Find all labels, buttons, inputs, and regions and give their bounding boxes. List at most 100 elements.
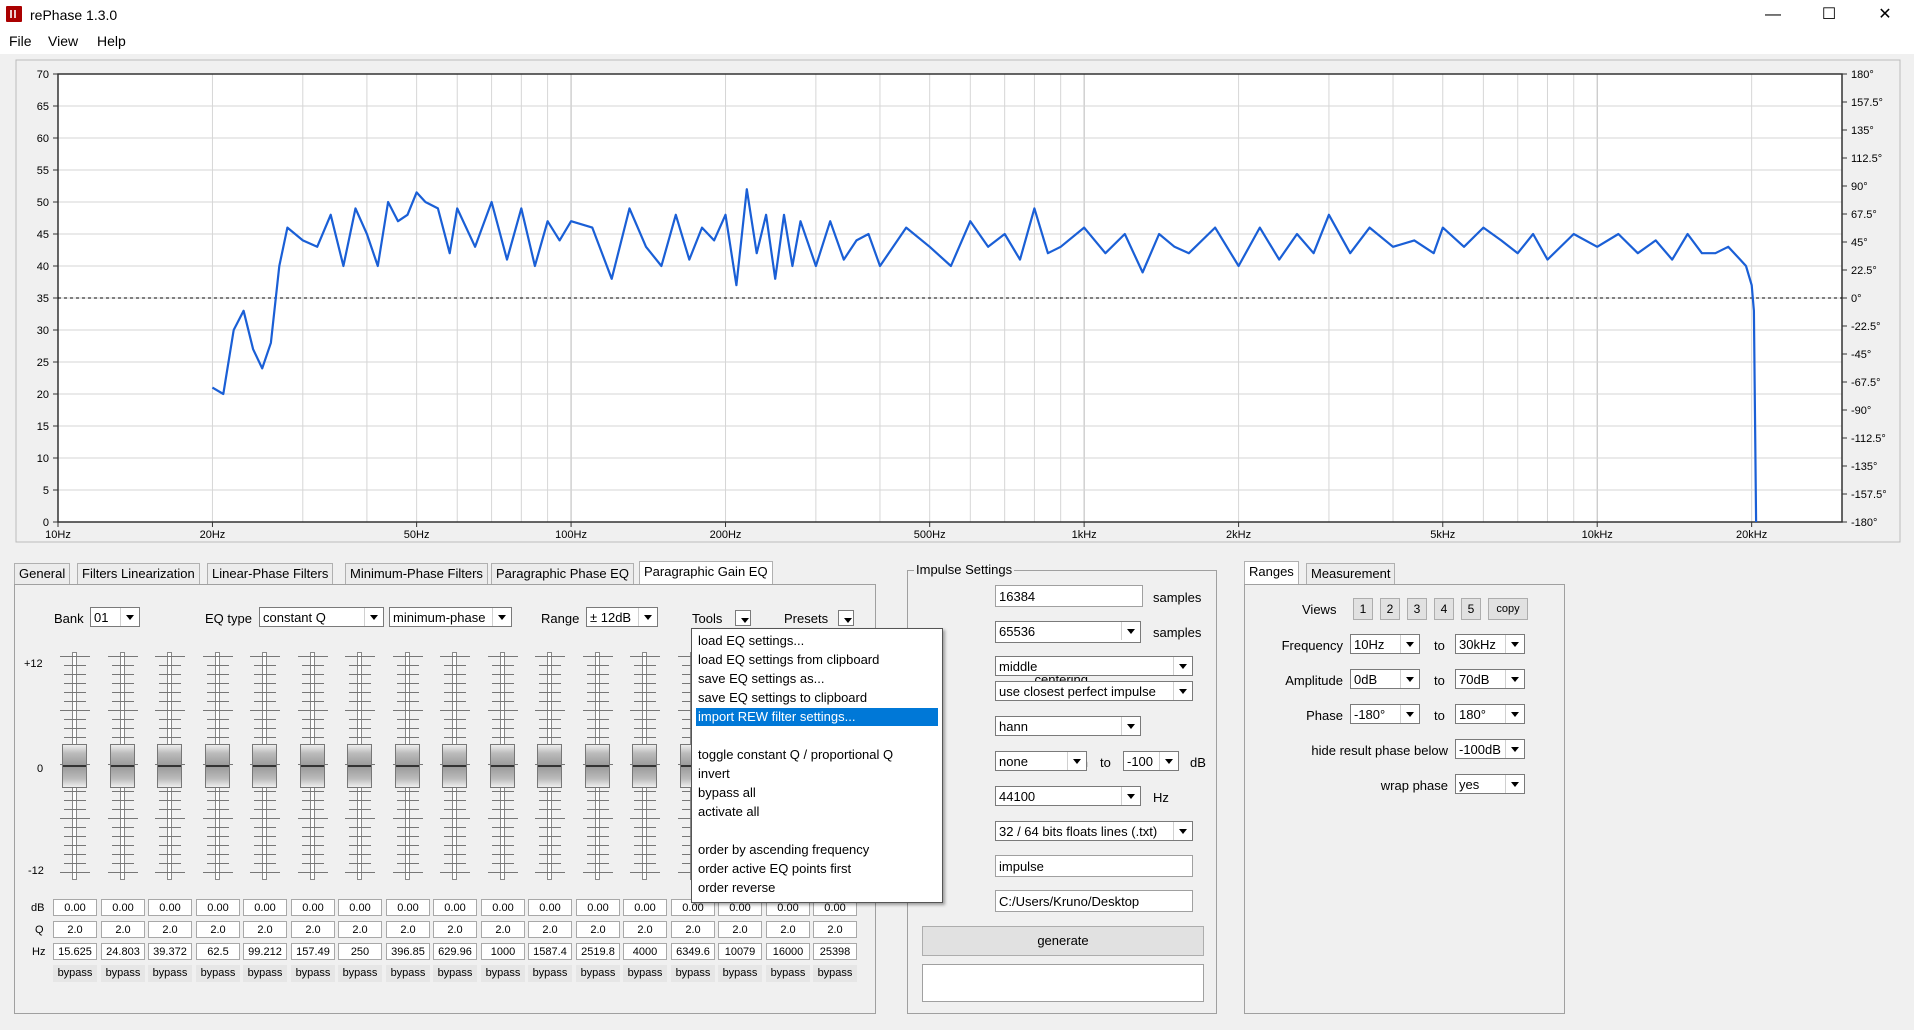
menu-file[interactable]: File (9, 33, 32, 49)
band-bypass-button[interactable]: bypass (813, 965, 857, 982)
filename-field[interactable]: impulse (995, 855, 1193, 877)
format-select[interactable]: 32 / 64 bits floats lines (.txt) (995, 821, 1193, 841)
amplitude-to-select[interactable]: 70dB (1455, 669, 1525, 689)
tab-filters-linearization[interactable]: Filters Linearization (77, 563, 200, 585)
band-q-field[interactable]: 2.0 (338, 921, 382, 938)
tab-ranges[interactable]: Ranges (1244, 561, 1299, 585)
band-gain-field[interactable]: 0.00 (386, 899, 430, 916)
band-q-field[interactable]: 2.0 (291, 921, 335, 938)
fader-thumb[interactable] (585, 744, 610, 788)
band-bypass-button[interactable]: bypass (576, 965, 620, 982)
band-q-field[interactable]: 2.0 (671, 921, 715, 938)
band-frequency-field[interactable]: 24.803 (101, 943, 145, 960)
gain-fader[interactable] (52, 652, 98, 880)
tools-menu-item[interactable]: load EQ settings from clipboard (696, 651, 938, 669)
band-q-field[interactable]: 2.0 (53, 921, 97, 938)
band-bypass-button[interactable]: bypass (433, 965, 477, 982)
directory-field[interactable]: C:/Users/Kruno/Desktop (995, 890, 1193, 912)
band-frequency-field[interactable]: 1587.4 (528, 943, 572, 960)
fader-thumb[interactable] (157, 744, 182, 788)
presets-button[interactable]: Presets (784, 611, 828, 626)
band-frequency-field[interactable]: 15.625 (53, 943, 97, 960)
band-frequency-field[interactable]: 1000 (481, 943, 525, 960)
fader-thumb[interactable] (110, 744, 135, 788)
band-gain-field[interactable]: 0.00 (243, 899, 287, 916)
band-q-field[interactable]: 2.0 (196, 921, 240, 938)
amplitude-from-select[interactable]: 0dB (1350, 669, 1420, 689)
band-gain-field[interactable]: 0.00 (623, 899, 667, 916)
band-bypass-button[interactable]: bypass (291, 965, 335, 982)
windowing-select[interactable]: hann (995, 716, 1141, 736)
view-3-button[interactable]: 3 (1407, 598, 1427, 620)
band-frequency-field[interactable]: 10079 (718, 943, 762, 960)
band-frequency-field[interactable]: 629.96 (433, 943, 477, 960)
band-bypass-button[interactable]: bypass (386, 965, 430, 982)
fader-thumb[interactable] (442, 744, 467, 788)
band-bypass-button[interactable]: bypass (53, 965, 97, 982)
fader-thumb[interactable] (632, 744, 657, 788)
band-gain-field[interactable]: 0.00 (528, 899, 572, 916)
tab-paragraphic-phase-eq[interactable]: Paragraphic Phase EQ (491, 563, 634, 585)
maximize-button[interactable]: ☐ (1806, 0, 1852, 30)
wrap-phase-select[interactable]: yes (1455, 774, 1525, 794)
band-frequency-field[interactable]: 2519.8 (576, 943, 620, 960)
band-bypass-button[interactable]: bypass (101, 965, 145, 982)
close-button[interactable]: ✕ (1862, 0, 1908, 30)
band-frequency-field[interactable]: 39.372 (148, 943, 192, 960)
phase-to-select[interactable]: 180° (1455, 704, 1525, 724)
optimization-select[interactable]: none (995, 751, 1087, 771)
band-q-field[interactable]: 2.0 (386, 921, 430, 938)
band-bypass-button[interactable]: bypass (766, 965, 810, 982)
band-frequency-field[interactable]: 99.212 (243, 943, 287, 960)
tools-menu-item[interactable]: invert (696, 765, 938, 783)
band-gain-field[interactable]: 0.00 (148, 899, 192, 916)
minimize-button[interactable]: — (1750, 0, 1796, 30)
frequency-to-select[interactable]: 30kHz (1455, 634, 1525, 654)
band-q-field[interactable]: 2.0 (481, 921, 525, 938)
fader-thumb[interactable] (252, 744, 277, 788)
band-bypass-button[interactable]: bypass (338, 965, 382, 982)
fader-thumb[interactable] (347, 744, 372, 788)
tools-menu-item[interactable]: save EQ settings to clipboard (696, 689, 938, 707)
gain-fader[interactable] (195, 652, 241, 880)
band-gain-field[interactable]: 0.00 (101, 899, 145, 916)
menu-view[interactable]: View (48, 33, 78, 49)
band-frequency-field[interactable]: 396.85 (386, 943, 430, 960)
gain-fader[interactable] (147, 652, 193, 880)
band-frequency-field[interactable]: 250 (338, 943, 382, 960)
frequency-response-chart[interactable]: 7065605550454035302520151050180°157.5°13… (0, 56, 1914, 550)
taps-field[interactable]: 16384 (995, 585, 1143, 607)
tools-menu-item[interactable]: activate all (696, 803, 938, 821)
gain-fader[interactable] (432, 652, 478, 880)
fader-thumb[interactable] (537, 744, 562, 788)
band-q-field[interactable]: 2.0 (813, 921, 857, 938)
eq-type-select[interactable]: constant Q (259, 607, 384, 627)
band-q-field[interactable]: 2.0 (718, 921, 762, 938)
fader-thumb[interactable] (62, 744, 87, 788)
impulse-alignment-select[interactable]: use closest perfect impulse (995, 681, 1193, 701)
band-bypass-button[interactable]: bypass (623, 965, 667, 982)
optimization-db-select[interactable]: -100 (1123, 751, 1179, 771)
band-bypass-button[interactable]: bypass (528, 965, 572, 982)
tools-menu-item[interactable]: save EQ settings as... (696, 670, 938, 688)
tools-menu-item[interactable]: order active EQ points first (696, 860, 938, 878)
gain-fader[interactable] (527, 652, 573, 880)
tools-dropdown-icon[interactable] (735, 610, 751, 626)
view-4-button[interactable]: 4 (1434, 598, 1454, 620)
gain-fader[interactable] (100, 652, 146, 880)
menu-help[interactable]: Help (97, 33, 126, 49)
copy-view-button[interactable]: copy (1488, 598, 1528, 620)
gain-fader[interactable] (575, 652, 621, 880)
band-gain-field[interactable]: 0.00 (338, 899, 382, 916)
fft-length-select[interactable]: 65536 (995, 621, 1141, 643)
gain-fader[interactable] (290, 652, 336, 880)
fader-thumb[interactable] (395, 744, 420, 788)
tools-menu-item[interactable]: order by ascending frequency (696, 841, 938, 859)
band-q-field[interactable]: 2.0 (243, 921, 287, 938)
tab-general[interactable]: General (14, 563, 71, 585)
tools-button[interactable]: Tools (692, 611, 722, 626)
gain-fader[interactable] (337, 652, 383, 880)
gain-fader[interactable] (385, 652, 431, 880)
band-q-field[interactable]: 2.0 (576, 921, 620, 938)
band-q-field[interactable]: 2.0 (433, 921, 477, 938)
